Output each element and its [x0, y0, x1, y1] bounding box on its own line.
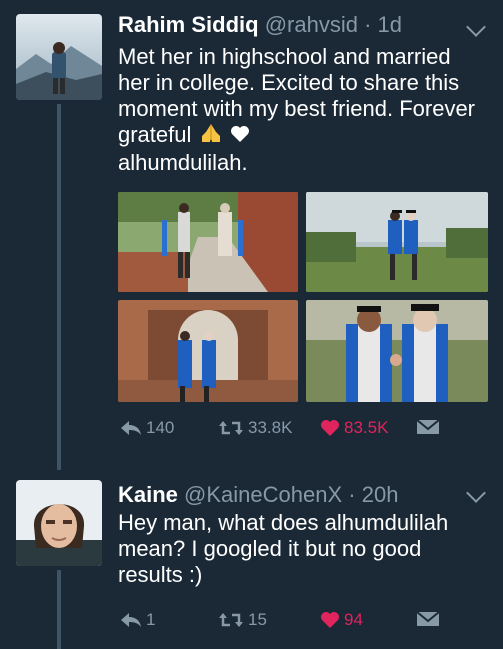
thread-line	[57, 104, 61, 470]
retweet-button[interactable]: 33.8K	[218, 418, 292, 438]
chevron-down-icon[interactable]	[466, 17, 486, 37]
envelope-icon	[416, 611, 440, 626]
tweet-actions: 140 33.8K 83.5K	[118, 418, 458, 442]
retweet-icon	[219, 613, 243, 627]
tweet-text-main: Met her in highschool and married her in…	[118, 44, 476, 147]
tweet-time[interactable]: · 20h	[348, 482, 398, 507]
photo-grid	[118, 192, 488, 402]
chevron-down-icon[interactable]	[466, 483, 486, 503]
message-button[interactable]	[416, 610, 440, 628]
tweet-header: Kaine @KaineCohenX · 20h	[118, 482, 398, 508]
retweet-count: 33.8K	[248, 418, 293, 437]
retweet-icon	[219, 421, 243, 435]
author-handle[interactable]: @KaineCohenX	[184, 482, 342, 507]
like-count: 83.5K	[344, 418, 389, 437]
author-name[interactable]: Rahim Siddiq	[118, 12, 259, 37]
avatar-rahim[interactable]	[16, 14, 102, 100]
photo-closeup[interactable]	[306, 300, 488, 402]
reply-count: 140	[146, 418, 175, 437]
tweet-rahim[interactable]: Rahim Siddiq @rahvsid · 1d Met her in hi…	[0, 0, 503, 470]
reply-button[interactable]: 140	[120, 418, 174, 438]
tweet-text-end: alhumdulilah.	[118, 150, 248, 176]
author-name[interactable]: Kaine	[118, 482, 178, 507]
tweet-kaine[interactable]: Kaine @KaineCohenX · 20h Hey man, what d…	[0, 470, 503, 649]
tweet-actions: 1 15 94	[118, 610, 458, 634]
avatar-kaine[interactable]	[16, 480, 102, 566]
photo-walkway[interactable]	[118, 192, 298, 292]
tweet-text: Met her in highschool and married her in…	[118, 44, 488, 176]
photo-arches[interactable]	[118, 300, 298, 402]
reply-icon	[121, 421, 141, 435]
author-handle[interactable]: @rahvsid	[265, 12, 358, 37]
message-button[interactable]	[416, 418, 440, 436]
photo-graduates-lawn[interactable]	[306, 192, 488, 292]
like-button[interactable]: 94	[320, 610, 363, 630]
retweet-count: 15	[248, 610, 267, 629]
white-heart-emoji-icon	[230, 123, 250, 149]
tweet-time[interactable]: · 1d	[364, 12, 402, 37]
heart-icon	[321, 612, 339, 628]
retweet-button[interactable]: 15	[218, 610, 267, 630]
like-count: 94	[344, 610, 363, 629]
reply-icon	[121, 613, 141, 627]
tweet-text: Hey man, what does alhumdulilah mean? I …	[118, 510, 449, 587]
reply-count: 1	[146, 610, 156, 629]
tweet-header: Rahim Siddiq @rahvsid · 1d	[118, 12, 402, 38]
envelope-icon	[416, 419, 440, 434]
reply-button[interactable]: 1	[120, 610, 155, 630]
praying-hands-emoji-icon	[198, 122, 224, 150]
thread-line	[57, 570, 61, 649]
like-button[interactable]: 83.5K	[320, 418, 388, 438]
heart-icon	[321, 420, 339, 436]
